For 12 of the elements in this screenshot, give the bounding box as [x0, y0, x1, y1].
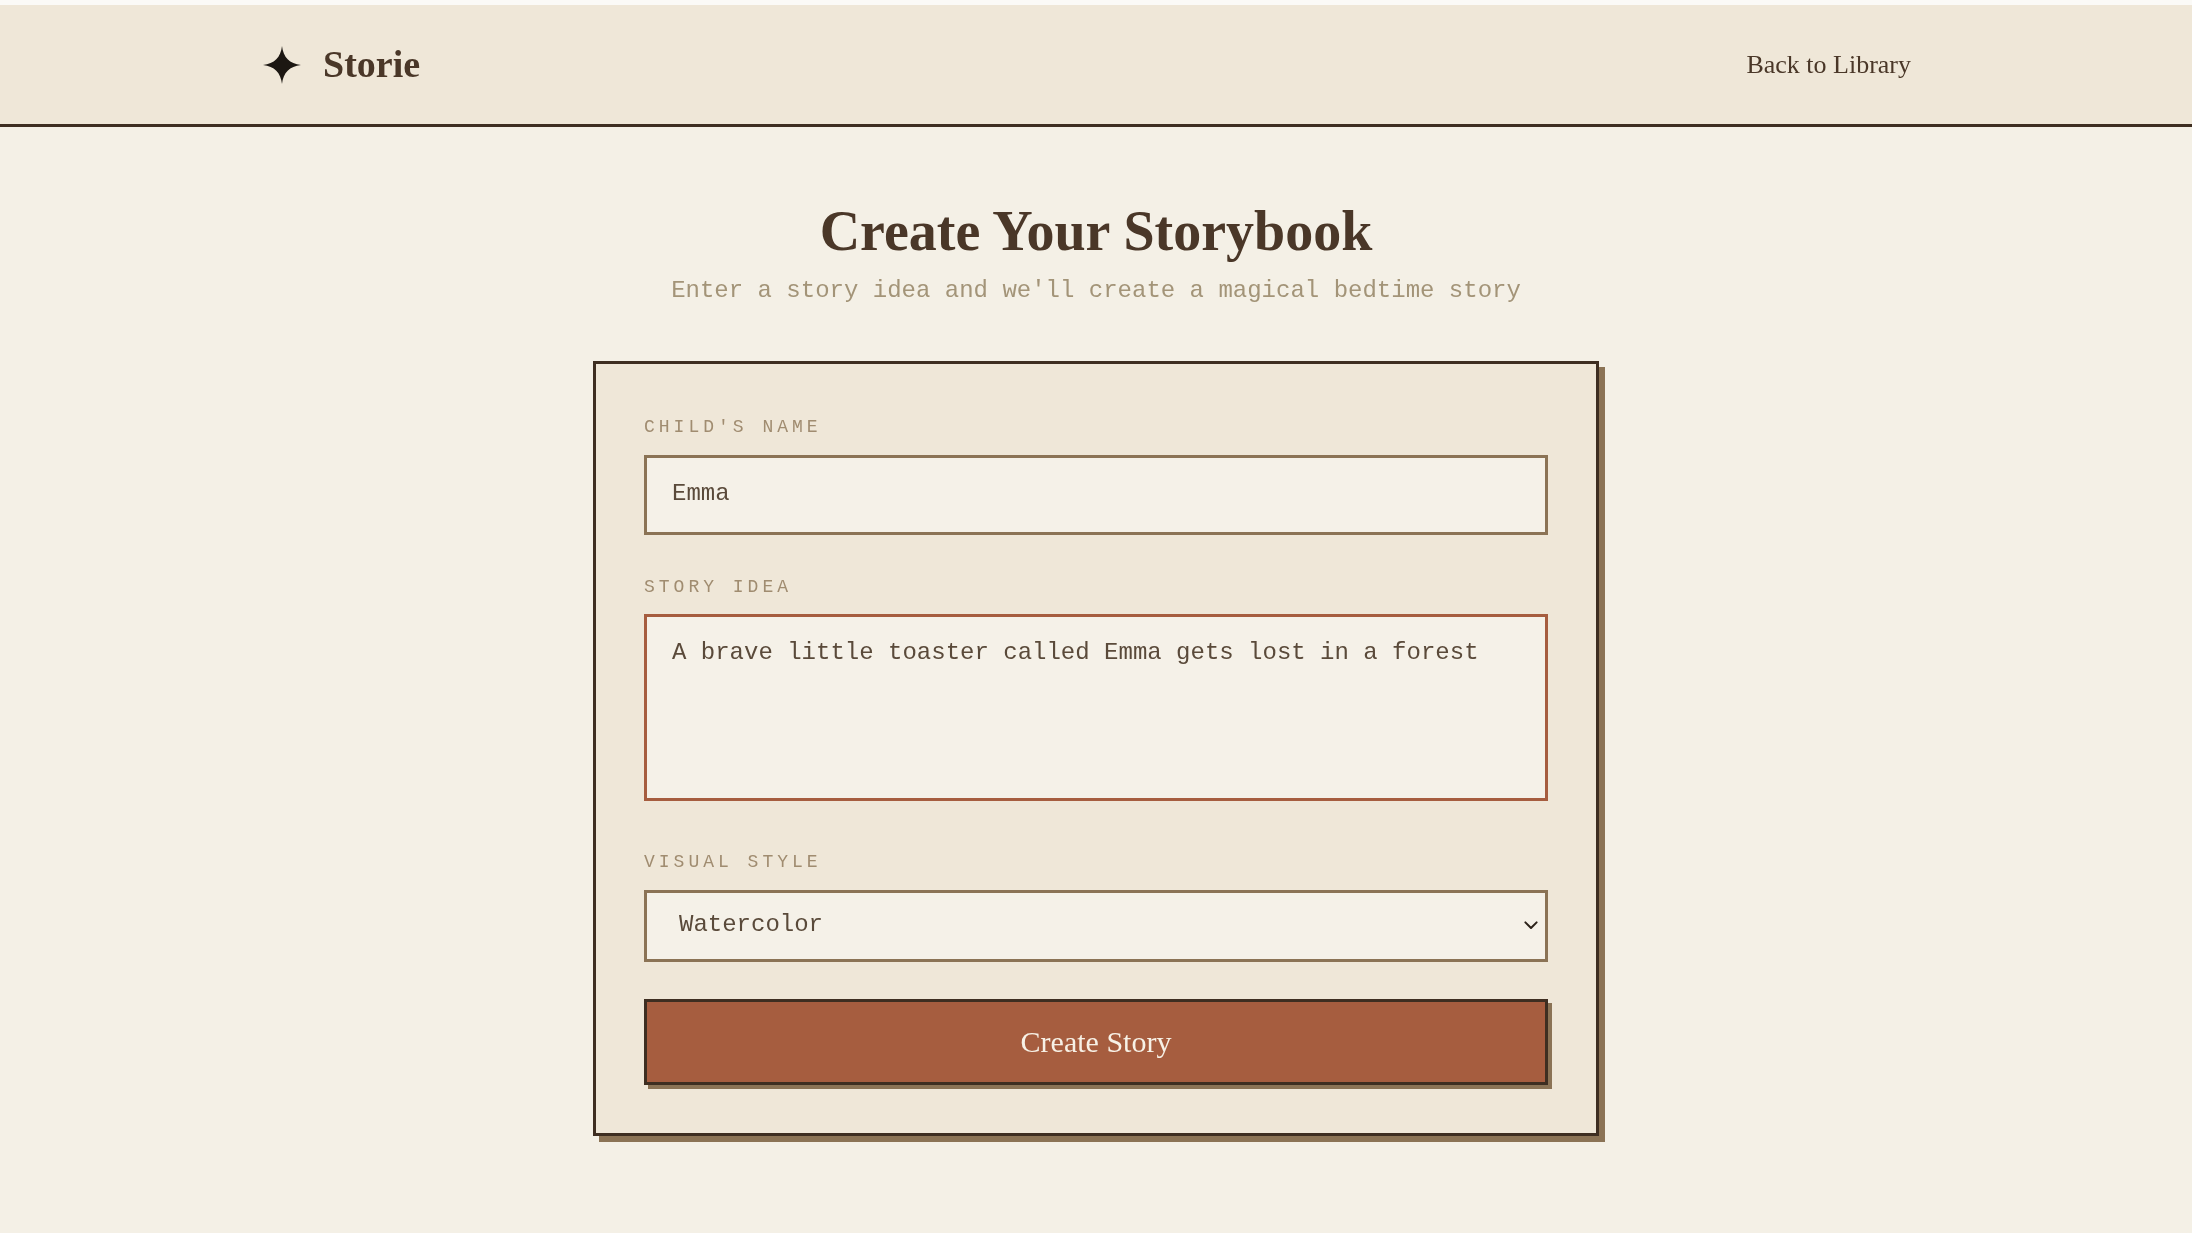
field-label: STORY IDEA [644, 576, 793, 599]
page-subtitle: Enter a story idea and we'll create a magical bedtime story [671, 277, 1521, 306]
page-title: Create Your Storybook [819, 199, 1373, 264]
story-idea-textarea[interactable]: A brave little toaster called Emma gets lost in a forest [644, 614, 1548, 802]
name-input-field[interactable]: Emma [644, 454, 1548, 535]
field-label: CHILD'S NAME [644, 417, 822, 439]
back-to-library-link[interactable]: Back to Library [1746, 48, 1911, 81]
sparkle-star-icon [263, 45, 301, 84]
style-select-field[interactable]: Watercolor [644, 889, 1548, 962]
logo-text: Storie [323, 41, 421, 87]
chevron-down-icon [1524, 921, 1538, 931]
field-label: VISUAL STYLE [644, 852, 822, 874]
